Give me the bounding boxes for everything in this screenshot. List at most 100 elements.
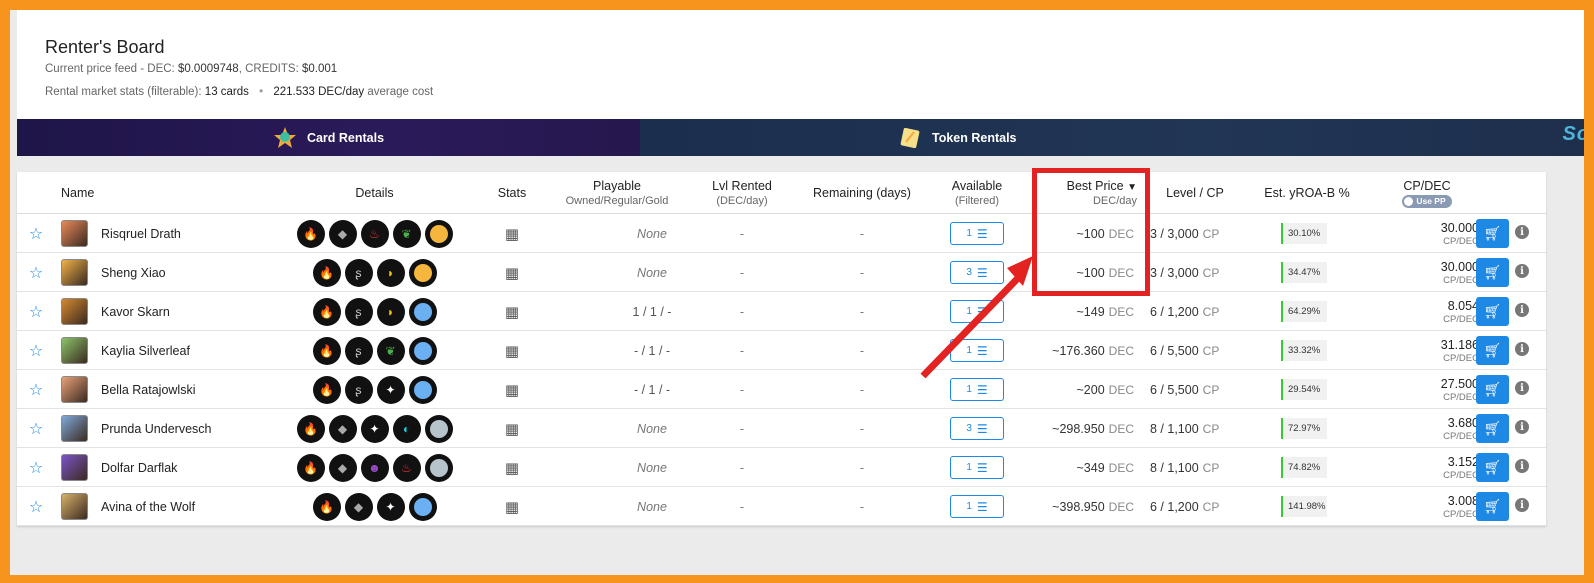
- available-button[interactable]: 1 ☰: [950, 456, 1004, 479]
- rent-cart-button[interactable]: 🛒︎: [1476, 297, 1509, 326]
- favorite-star-icon[interactable]: ☆: [28, 214, 44, 253]
- cp-dec-value: 27.500 CP/DEC: [1440, 376, 1479, 403]
- available-button[interactable]: 1 ☰: [950, 495, 1004, 518]
- tab-token-rentals[interactable]: Token Rentals S⁠o: [640, 119, 1584, 156]
- cart-icon: 🛒︎: [1483, 381, 1502, 397]
- card-details-icons: 🔥 ʂ ❦: [277, 331, 472, 370]
- cp-dec-value: 30.000 CP/DEC: [1440, 259, 1479, 286]
- level-cp-value: 3 / 3,000 CP: [1150, 265, 1220, 280]
- ability-icon: ◆: [328, 414, 357, 443]
- cart-icon: 🛒︎: [1483, 225, 1502, 241]
- favorite-star-icon[interactable]: ☆: [28, 292, 44, 331]
- tab-card-rentals[interactable]: Card Rentals: [17, 119, 640, 156]
- info-icon[interactable]: i: [1515, 498, 1529, 512]
- mana-color-icon: [408, 297, 437, 326]
- best-price-value: ~176.360 DEC: [1052, 343, 1134, 358]
- col-cp-dec[interactable]: CP/DEC Use PP: [1387, 172, 1467, 214]
- ability-icon: 🔥: [312, 297, 341, 326]
- card-name[interactable]: Sheng Xiao: [101, 253, 166, 292]
- available-button[interactable]: 3 ☰: [950, 417, 1004, 440]
- remaining-days-value: -: [859, 421, 865, 436]
- level-cp-value: 8 / 1,100 CP: [1150, 421, 1220, 436]
- info-icon[interactable]: i: [1515, 420, 1529, 434]
- available-button[interactable]: 1 ☰: [950, 378, 1004, 401]
- card-details-icons: 🔥 ʂ ✦: [277, 370, 472, 409]
- table-row: ☆ Prunda Undervesch 🔥 ◆ ✦ ◐ ▦ None - - 3 ☰ ~…: [17, 409, 1546, 448]
- stats-chart-icon[interactable]: ▦: [501, 253, 523, 292]
- info-icon[interactable]: i: [1515, 342, 1529, 356]
- table-row: ☆ Dolfar Darflak 🔥 ◆ ☻ ♨ ▦ None - - 1 ☰ ~349…: [17, 448, 1546, 487]
- info-icon[interactable]: i: [1515, 459, 1529, 473]
- rent-cart-button[interactable]: 🛒︎: [1476, 414, 1509, 443]
- info-icon[interactable]: i: [1515, 303, 1529, 317]
- card-name[interactable]: Kaylia Silverleaf: [101, 331, 190, 370]
- favorite-star-icon[interactable]: ☆: [28, 409, 44, 448]
- card-name[interactable]: Kavor Skarn: [101, 292, 170, 331]
- card-avatar[interactable]: [61, 493, 88, 520]
- card-details-icons: 🔥 ʂ ◗: [277, 292, 472, 331]
- stats-chart-icon[interactable]: ▦: [501, 331, 523, 370]
- col-remaining[interactable]: Remaining (days): [807, 172, 917, 214]
- ability-icon: ◗: [376, 258, 405, 287]
- available-button[interactable]: 3 ☰: [950, 261, 1004, 284]
- col-available[interactable]: Available (Filtered): [942, 172, 1012, 214]
- stats-chart-icon[interactable]: ▦: [501, 448, 523, 487]
- ability-icon: ◗: [376, 297, 405, 326]
- table-row: ☆ Kaylia Silverleaf 🔥 ʂ ❦ ▦ - / 1 / - - - …: [17, 331, 1546, 370]
- favorite-star-icon[interactable]: ☆: [28, 253, 44, 292]
- stats-chart-icon[interactable]: ▦: [501, 292, 523, 331]
- card-avatar[interactable]: [61, 454, 88, 481]
- card-avatar[interactable]: [61, 415, 88, 442]
- table-row: ☆ Sheng Xiao 🔥 ʂ ◗ ▦ None - - 3 ☰ ~100 DEC 3…: [17, 253, 1546, 292]
- card-name[interactable]: Prunda Undervesch: [101, 409, 211, 448]
- available-button[interactable]: 1 ☰: [950, 300, 1004, 323]
- col-playable[interactable]: Playable Owned/Regular/Gold: [552, 172, 682, 214]
- col-lvl-rented[interactable]: Lvl Rented (DEC/day): [702, 172, 782, 214]
- available-button[interactable]: 1 ☰: [950, 222, 1004, 245]
- rent-cart-button[interactable]: 🛒︎: [1476, 492, 1509, 521]
- stats-chart-icon[interactable]: ▦: [501, 214, 523, 253]
- rent-cart-button[interactable]: 🛒︎: [1476, 258, 1509, 287]
- stack-layers-icon: ☰: [976, 460, 988, 475]
- info-icon[interactable]: i: [1515, 264, 1529, 278]
- page-frame: Renter's Board Current price feed - DEC:…: [10, 10, 1584, 575]
- stack-layers-icon: ☰: [976, 382, 988, 397]
- rent-cart-button[interactable]: 🛒︎: [1476, 453, 1509, 482]
- favorite-star-icon[interactable]: ☆: [28, 370, 44, 409]
- card-name[interactable]: Risqruel Drath: [101, 214, 181, 253]
- card-name[interactable]: Avina of the Wolf: [101, 487, 195, 526]
- favorite-star-icon[interactable]: ☆: [28, 487, 44, 526]
- card-avatar[interactable]: [61, 259, 88, 286]
- cart-icon: 🛒︎: [1483, 342, 1502, 358]
- col-yroa[interactable]: Est. yROA-B %: [1257, 172, 1357, 214]
- card-name[interactable]: Bella Ratajowlski: [101, 370, 195, 409]
- info-icon[interactable]: i: [1515, 225, 1529, 239]
- stats-chart-icon[interactable]: ▦: [501, 370, 523, 409]
- rent-cart-button[interactable]: 🛒︎: [1476, 336, 1509, 365]
- card-avatar[interactable]: [61, 298, 88, 325]
- stats-chart-icon[interactable]: ▦: [501, 409, 523, 448]
- best-price-value: ~100 DEC: [1076, 226, 1135, 241]
- use-pp-toggle[interactable]: Use PP: [1402, 194, 1452, 208]
- lvl-rented-value: -: [739, 499, 745, 514]
- card-avatar[interactable]: [61, 220, 88, 247]
- favorite-star-icon[interactable]: ☆: [28, 448, 44, 487]
- rent-cart-button[interactable]: 🛒︎: [1476, 375, 1509, 404]
- remaining-days-value: -: [859, 499, 865, 514]
- card-avatar[interactable]: [61, 376, 88, 403]
- ability-icon: 🔥: [312, 492, 341, 521]
- col-level-cp[interactable]: Level / CP: [1155, 172, 1235, 214]
- available-button[interactable]: 1 ☰: [950, 339, 1004, 362]
- favorite-star-icon[interactable]: ☆: [28, 331, 44, 370]
- yroa-badge: 72.97%: [1281, 418, 1327, 439]
- card-avatar[interactable]: [61, 337, 88, 364]
- stack-layers-icon: ☰: [976, 343, 988, 358]
- cart-icon: 🛒︎: [1483, 459, 1502, 475]
- remaining-days-value: -: [859, 343, 865, 358]
- col-name[interactable]: Name: [61, 172, 121, 214]
- rent-cart-button[interactable]: 🛒︎: [1476, 219, 1509, 248]
- card-name[interactable]: Dolfar Darflak: [101, 448, 177, 487]
- info-icon[interactable]: i: [1515, 381, 1529, 395]
- stats-chart-icon[interactable]: ▦: [501, 487, 523, 526]
- col-best-price[interactable]: Best Price ▼ DEC/day: [1047, 172, 1137, 214]
